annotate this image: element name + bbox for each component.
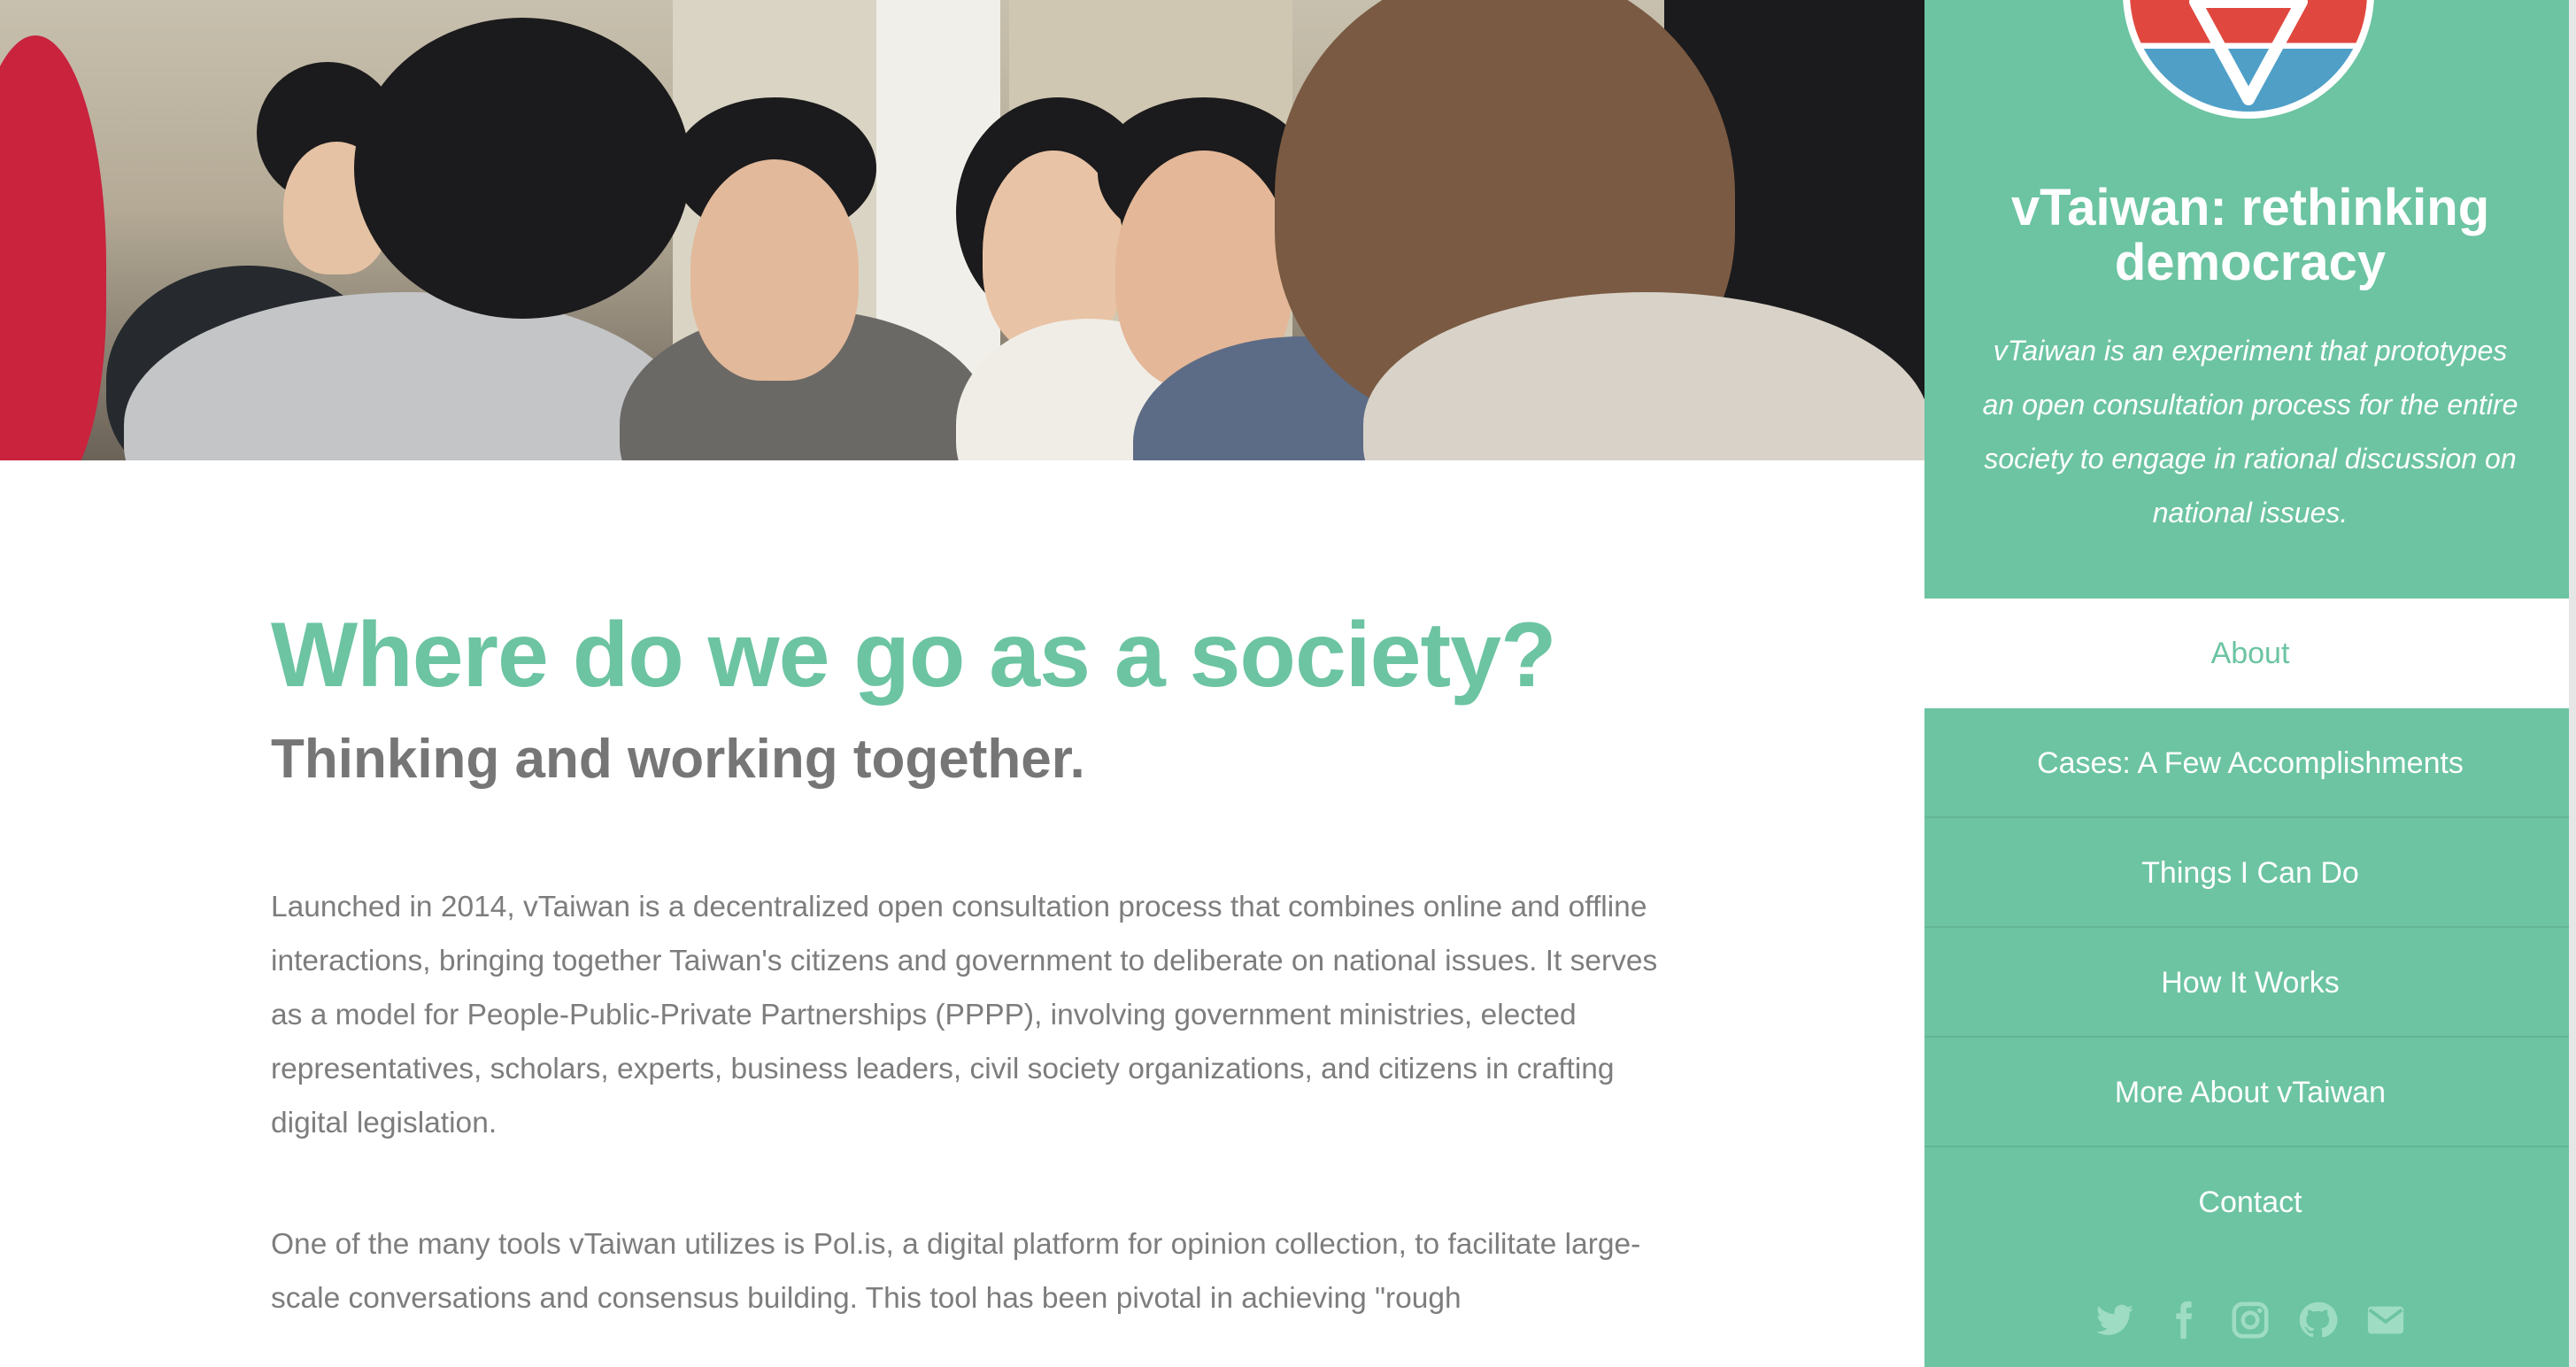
main-content: Where do we go as a society? Thinking an… (0, 0, 1924, 1367)
github-icon[interactable] (2297, 1300, 2338, 1340)
hero-photo (0, 0, 1924, 460)
social-links (1924, 1300, 2576, 1340)
nav-item-things-i-can-do[interactable]: Things I Can Do (1924, 818, 2576, 928)
instagram-icon[interactable] (2230, 1300, 2271, 1340)
email-icon[interactable] (2365, 1300, 2406, 1340)
nav-item-more-about[interactable]: More About vTaiwan (1924, 1038, 2576, 1147)
sidebar: vTaiwan: rethinking democracy vTaiwan is… (1924, 0, 2576, 1367)
twitter-icon[interactable] (2094, 1300, 2135, 1340)
page-subheadline: Thinking and working together. (271, 729, 1085, 790)
nav-item-contact[interactable]: Contact (1924, 1147, 2576, 1257)
site-title[interactable]: vTaiwan: rethinking democracy (1924, 181, 2576, 290)
intro-paragraph: Launched in 2014, vTaiwan is a decentral… (271, 891, 1658, 1139)
nav-item-how-it-works[interactable]: How It Works (1924, 928, 2576, 1038)
page: Where do we go as a society? Thinking an… (0, 0, 2576, 1367)
intro-section: Where do we go as a society? Thinking an… (271, 602, 1670, 1325)
site-description: vTaiwan is an experiment that prototypes… (1982, 335, 2518, 529)
nav-item-cases[interactable]: Cases: A Few Accomplishments (1924, 708, 2576, 818)
sidebar-nav: About Cases: A Few Accomplishments Thing… (1924, 599, 2576, 1257)
vtaiwan-logo[interactable] (2123, 0, 2374, 119)
facebook-icon[interactable] (2163, 1300, 2203, 1340)
nav-item-about[interactable]: About (1924, 599, 2576, 708)
window-edge (2569, 0, 2576, 1367)
page-headline: Where do we go as a society? (271, 604, 1557, 707)
tools-paragraph: One of the many tools vTaiwan utilizes i… (271, 1228, 1641, 1315)
